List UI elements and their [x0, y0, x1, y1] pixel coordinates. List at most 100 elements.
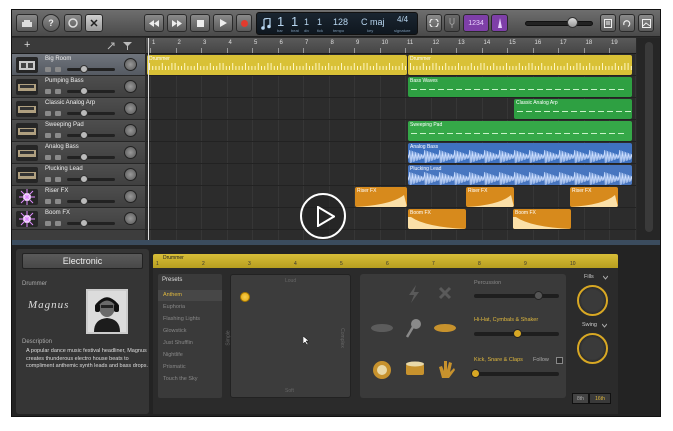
track-header[interactable]: Boom FX [12, 208, 145, 230]
track-volume-slider[interactable] [67, 90, 115, 93]
library-button[interactable] [16, 14, 38, 32]
video-play-overlay[interactable] [300, 193, 346, 239]
play-button[interactable] [213, 14, 233, 32]
tuner-button[interactable] [444, 14, 460, 32]
help-button[interactable]: ? [42, 14, 60, 32]
track-volume-knob[interactable] [80, 87, 88, 95]
track-pan-knob[interactable] [124, 102, 137, 115]
headphones-icon[interactable] [55, 89, 61, 94]
media-browser-button[interactable] [638, 14, 654, 32]
follow-checkbox[interactable] [556, 357, 563, 364]
headphones-icon[interactable] [55, 111, 61, 116]
master-volume-slider[interactable] [525, 21, 593, 26]
track-volume-slider[interactable] [67, 200, 115, 203]
timeline-ruler[interactable]: 1 2 3 4 5 6 7 8 9 10 11 12 13 14 15 16 17 18 19 [146, 38, 636, 54]
kick-drum-icon[interactable] [372, 360, 392, 380]
swing-knob[interactable] [577, 333, 608, 364]
master-volume-knob[interactable] [567, 17, 578, 28]
track-pan-knob[interactable] [124, 58, 137, 71]
track-volume-slider[interactable] [67, 68, 115, 71]
percussion-lightning-icon[interactable] [408, 285, 420, 303]
headphones-icon[interactable] [55, 155, 61, 160]
swing-16th-button[interactable]: 16th [589, 393, 611, 404]
mute-icon[interactable] [45, 133, 51, 138]
track-volume-slider[interactable] [67, 156, 115, 159]
mute-icon[interactable] [45, 67, 51, 72]
kick-slider[interactable] [474, 372, 559, 376]
headphones-icon[interactable] [55, 177, 61, 182]
xy-puck[interactable] [240, 292, 250, 302]
track-pan-knob[interactable] [124, 146, 137, 159]
preset-item[interactable]: Glowstick [158, 326, 222, 337]
cycle-button[interactable] [426, 14, 442, 32]
preset-item[interactable]: Nightlife [158, 350, 222, 361]
track-pan-knob[interactable] [124, 80, 137, 93]
headphones-icon[interactable] [55, 199, 61, 204]
fills-knob[interactable] [577, 285, 608, 316]
percussion-slider-knob[interactable] [534, 291, 543, 300]
mute-icon[interactable] [45, 111, 51, 116]
track-header[interactable]: Plucking Lead [12, 164, 145, 186]
hand-clap-icon[interactable] [437, 359, 455, 379]
filter-icon[interactable] [123, 42, 132, 50]
region-riser[interactable]: Riser FX [355, 187, 407, 207]
track-pan-knob[interactable] [124, 212, 137, 225]
track-volume-knob[interactable] [80, 109, 88, 117]
region-sweeping_pad[interactable]: Sweeping Pad [408, 121, 632, 141]
preset-item[interactable]: Euphoria [158, 302, 222, 313]
region-boom[interactable]: Boom FX [513, 209, 571, 229]
track-header[interactable]: Riser FX [12, 186, 145, 208]
headphones-icon[interactable] [55, 67, 61, 72]
swing-8th-button[interactable]: 8th [572, 393, 589, 404]
smart-controls-button[interactable] [64, 14, 82, 32]
hihat-slider-knob[interactable] [513, 329, 522, 338]
track-header[interactable]: Big Room [12, 54, 145, 76]
preset-item[interactable]: Touch the Sky [158, 374, 222, 385]
region-boom[interactable]: Boom FX [408, 209, 466, 229]
track-pan-knob[interactable] [124, 190, 137, 203]
editor-region-bar[interactable]: Drummer 1 2 3 4 5 6 7 8 9 10 [153, 254, 618, 268]
track-volume-slider[interactable] [67, 222, 115, 225]
headphones-icon[interactable] [55, 221, 61, 226]
metronome-button[interactable] [491, 14, 508, 32]
track-volume-knob[interactable] [80, 131, 88, 139]
stop-button[interactable] [190, 14, 210, 32]
add-track-icon[interactable]: + [24, 39, 30, 51]
headphones-icon[interactable] [55, 133, 61, 138]
vertical-scrollbar[interactable] [637, 38, 660, 240]
fills-lock-icon[interactable] [603, 275, 608, 280]
region-riser[interactable]: Riser FX [466, 187, 514, 207]
track-header[interactable]: Sweeping Pad [12, 120, 145, 142]
lcd-display[interactable]: 1 1 1 1 128 C maj 4/4 bar beat div tick … [256, 12, 418, 35]
preset-item[interactable]: Flashing Lights [158, 314, 222, 325]
track-header[interactable]: Pumping Bass [12, 76, 145, 98]
forward-button[interactable] [167, 14, 187, 32]
mute-icon[interactable] [45, 155, 51, 160]
xy-pad[interactable]: Loud Soft Simple Complex [226, 274, 351, 398]
track-volume-knob[interactable] [80, 153, 88, 161]
mute-icon[interactable] [45, 221, 51, 226]
playhead[interactable] [148, 38, 149, 240]
mute-icon[interactable] [45, 89, 51, 94]
clap-off-icon[interactable] [438, 286, 452, 300]
track-volume-slider[interactable] [67, 178, 115, 181]
track-volume-slider[interactable] [67, 134, 115, 137]
mute-icon[interactable] [45, 199, 51, 204]
notepad-button[interactable] [600, 14, 616, 32]
track-volume-knob[interactable] [80, 65, 88, 73]
track-volume-knob[interactable] [80, 175, 88, 183]
track-volume-knob[interactable] [80, 197, 88, 205]
region-bass_waves[interactable]: Bass Waves [408, 77, 632, 97]
track-header[interactable]: Analog Bass [12, 142, 145, 164]
preset-item[interactable]: Prismatic [158, 362, 222, 373]
shaker-icon[interactable] [405, 318, 423, 338]
cymbal-icon[interactable] [371, 323, 393, 333]
track-volume-knob[interactable] [80, 219, 88, 227]
track-pan-knob[interactable] [124, 168, 137, 181]
record-button[interactable] [236, 14, 252, 32]
track-pan-knob[interactable] [124, 124, 137, 137]
catch-playhead-icon[interactable] [107, 42, 115, 50]
region-classic_analog_arp[interactable]: Classic Analog Arp [514, 99, 632, 119]
preset-item[interactable]: Just Shufflin [158, 338, 222, 349]
scroll-thumb[interactable] [645, 42, 653, 232]
